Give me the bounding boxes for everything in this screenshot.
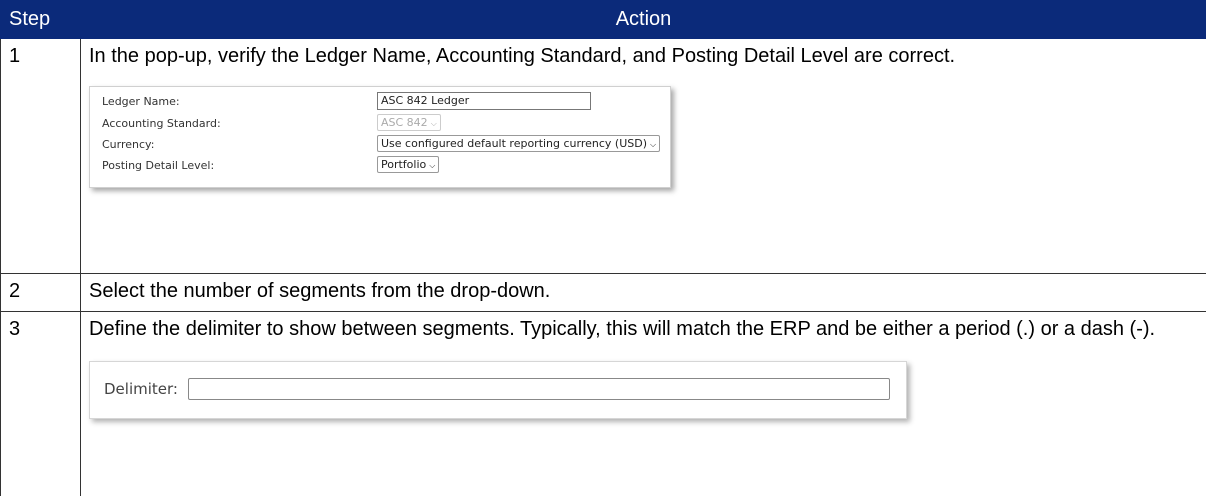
ledger-settings-screenshot: Ledger Name: ASC 842 Ledger Accounting S… [89, 86, 671, 188]
currency-label: Currency: [102, 138, 154, 151]
posting-detail-label: Posting Detail Level: [102, 159, 214, 172]
column-header-step: Step [1, 1, 81, 39]
accounting-standard-row: Accounting Standard: ASC 842⌵ [102, 113, 662, 133]
table-row: 3 Define the delimiter to show between s… [1, 312, 1206, 496]
accounting-standard-value: ASC 842 [381, 116, 428, 129]
step-action: Select the number of segments from the d… [81, 274, 1206, 312]
delimiter-input[interactable] [188, 378, 890, 400]
accounting-standard-select: ASC 842⌵ [377, 114, 441, 131]
step-text: Select the number of segments from the d… [89, 276, 1198, 307]
ledger-name-row: Ledger Name: ASC 842 Ledger [102, 91, 662, 111]
table-row: 2 Select the number of segments from the… [1, 274, 1206, 312]
column-header-action: Action [81, 1, 1206, 39]
currency-row: Currency: Use configured default reporti… [102, 134, 662, 154]
step-number: 1 [1, 39, 81, 274]
ledger-name-label: Ledger Name: [102, 95, 180, 108]
step-text: In the pop-up, verify the Ledger Name, A… [89, 41, 1198, 72]
delimiter-label: Delimiter: [104, 380, 178, 398]
step-text: Define the delimiter to show between seg… [89, 314, 1198, 345]
step-action: Define the delimiter to show between seg… [81, 312, 1206, 496]
currency-value: Use configured default reporting currenc… [381, 137, 647, 150]
posting-detail-select[interactable]: Portfolio⌵ [377, 156, 439, 173]
posting-detail-value: Portfolio [381, 158, 426, 171]
posting-detail-row: Posting Detail Level: Portfolio⌵ [102, 155, 662, 175]
currency-select[interactable]: Use configured default reporting currenc… [377, 135, 660, 152]
ledger-name-input[interactable]: ASC 842 Ledger [377, 92, 591, 110]
step-number: 2 [1, 274, 81, 312]
delimiter-screenshot: Delimiter: [89, 361, 907, 419]
chevron-down-icon: ⌵ [431, 116, 437, 131]
table-row: 1 In the pop-up, verify the Ledger Name,… [1, 39, 1206, 274]
chevron-down-icon: ⌵ [429, 158, 435, 173]
table-header-row: Step Action [1, 1, 1206, 39]
steps-table: Step Action 1 In the pop-up, verify the … [0, 0, 1206, 496]
chevron-down-icon: ⌵ [650, 137, 656, 152]
accounting-standard-label: Accounting Standard: [102, 117, 221, 130]
step-number: 3 [1, 312, 81, 496]
step-action: In the pop-up, verify the Ledger Name, A… [81, 39, 1206, 274]
